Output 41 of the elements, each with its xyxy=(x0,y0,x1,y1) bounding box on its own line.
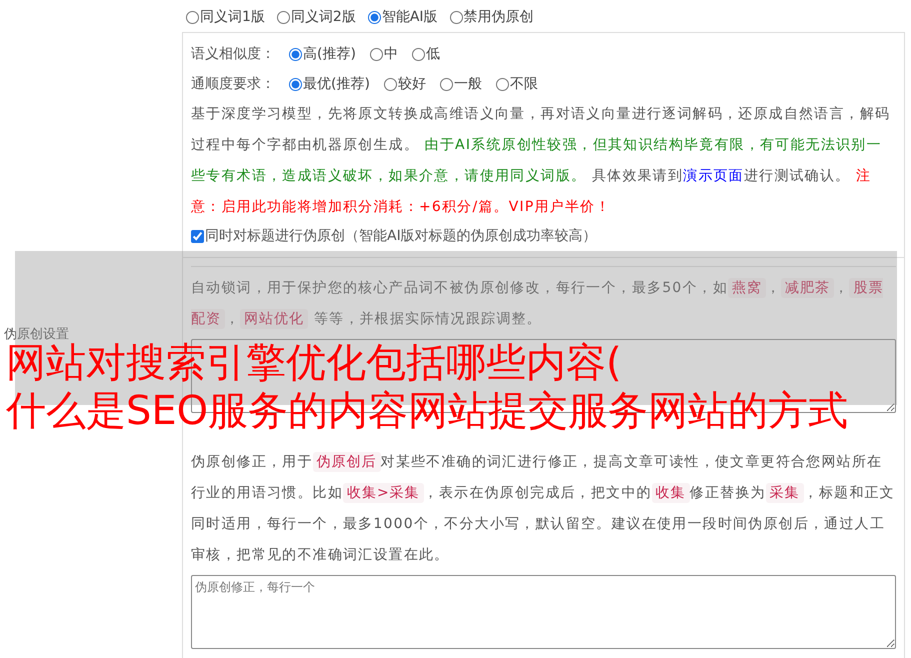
option-text: 同义词2版 xyxy=(290,8,356,26)
option-text: 不限 xyxy=(510,75,538,93)
option-text: 中 xyxy=(384,45,398,63)
radio-button[interactable] xyxy=(412,48,425,60)
option-label: 通顺度要求： xyxy=(191,75,275,93)
option-label: 语义相似度： xyxy=(191,45,275,63)
option-text: 禁用伪原创 xyxy=(464,8,534,26)
radio-button[interactable] xyxy=(289,48,302,60)
radio-button[interactable] xyxy=(440,78,453,90)
correction-field[interactable]: 伪原创修正，每行一个 xyxy=(191,575,896,649)
radio-button[interactable] xyxy=(384,78,397,90)
radio-button[interactable] xyxy=(450,10,463,24)
keyword-tag: 采集 xyxy=(766,483,804,503)
checkbox-label: 同时对标题进行伪原创（智能AI版对标题的伪原创成功率较高） xyxy=(205,227,597,245)
checkbox[interactable] xyxy=(191,230,204,242)
section-label: 伪原创设置 xyxy=(4,326,69,343)
radio-button[interactable] xyxy=(289,78,302,90)
keyword-tag: 收集>采集 xyxy=(343,483,424,503)
keyword-tag: 收集 xyxy=(652,483,690,503)
option-text: 同义词1版 xyxy=(200,8,265,26)
radio-button[interactable] xyxy=(186,10,199,24)
keyword-tag: 减肥茶 xyxy=(781,278,834,298)
headline-text: 网站对搜索引擎优化包括哪些内容( xyxy=(6,340,622,387)
keyword-tag: 燕窝 xyxy=(728,278,766,298)
option-text: 较好 xyxy=(398,75,426,93)
demo-link[interactable]: 演示页面 xyxy=(683,168,744,184)
ai-description: 基于深度学习模型，先将原文转换成高维语义向量，再对语义向量进行逐词解码，还原成自然语言，解码过程中每个字都由机器原创生成。 由于AI系统原创性较强，但其知识结构毕竟有限，有可能无法识别一些专有术语，造成语义破坏，如果介意，请使用同义词版。 具体效果请到演示页面进行测试确认。 注意：启用此功能将增加积分消耗：+6积分/篇。VIP用户半价！ xyxy=(191,105,892,217)
headline-text: 什么是SEO服务的内容网站提交服务网站的方式 xyxy=(6,387,848,435)
radio-button[interactable] xyxy=(276,10,290,24)
correction-description: 伪原创修正，用于 伪原创后 对某些不准确的词汇进行修正，提高文章可读性，使文章更符合您网站所在行业的用语习惯。比如 收集>采集 ，表示在伪原创完成后，把文中的 收集 修正替换为 采集 ，标题和正文同时适用，每行一个，最多1000个，不分大小写，默认留空。建议在使用一段时间伪原创后，通过人工审核，把常见的不准确词汇设置在此。 xyxy=(191,451,896,565)
option-text: 最优(推荐) xyxy=(303,75,370,93)
keyword-tag: 伪原创后 xyxy=(312,452,381,472)
radio-button[interactable] xyxy=(496,78,509,90)
keyword-tag: 网站优化 xyxy=(240,309,308,329)
radio-button[interactable] xyxy=(368,10,381,24)
option-text: 低 xyxy=(426,45,440,63)
option-text: 智能AI版 xyxy=(382,8,438,26)
option-text: 一般 xyxy=(454,75,482,93)
radio-button[interactable] xyxy=(370,48,383,60)
auto-lock-description: 自动锁词，用于保护您的核心产品词不被伪原创修改，每行一个，最多50个，如 燕窝 ， 减肥茶 ， 股票配资 ， 网站优化 等等，并根据实际情况跟踪调整。 xyxy=(191,277,884,331)
option-text: 高(推荐) xyxy=(303,45,356,63)
